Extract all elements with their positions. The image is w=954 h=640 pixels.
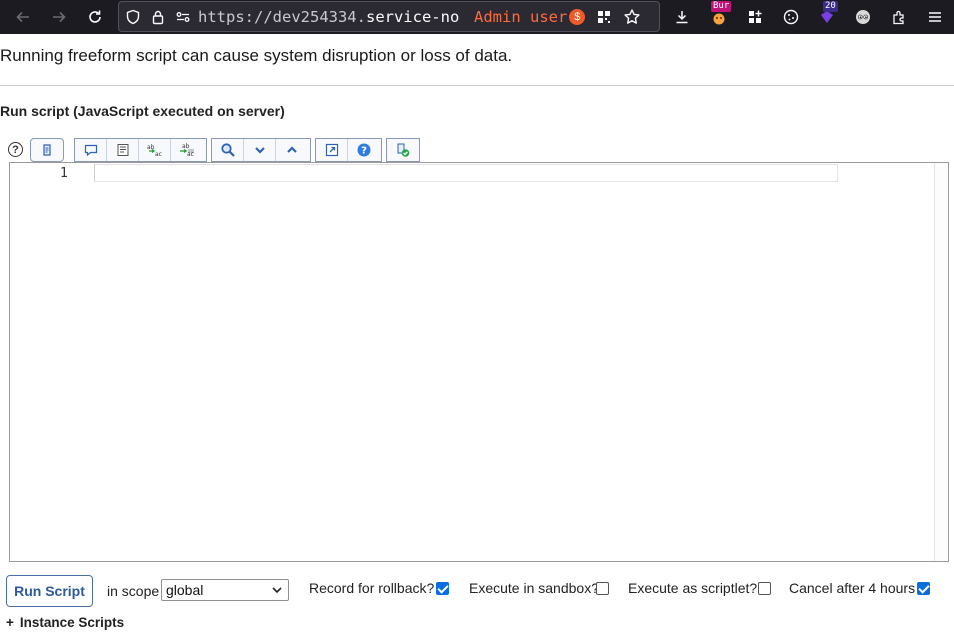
rollback-label: Record for rollback?	[309, 580, 435, 596]
qr-code-icon[interactable]	[591, 4, 617, 30]
run-script-button[interactable]: Run Script	[6, 575, 93, 607]
svg-text:ac: ac	[155, 151, 162, 158]
extension-badge-counter: 20	[823, 1, 838, 12]
download-icon[interactable]	[666, 0, 698, 34]
help-icon[interactable]: ?	[8, 142, 23, 157]
url-bar[interactable]: https://dev254334.service-no Admin user …	[118, 1, 660, 32]
warning-message: Running freeform script can cause system…	[0, 46, 513, 65]
cookie-icon[interactable]	[775, 0, 807, 34]
sandbox-checkbox[interactable]	[596, 582, 609, 595]
permissions-icon[interactable]	[172, 6, 194, 28]
section-title: Run script (JavaScript executed on serve…	[0, 103, 285, 119]
scope-value: global	[166, 582, 204, 598]
active-code-line[interactable]	[94, 164, 838, 182]
browser-toolbar: https://dev254334.service-no Admin user …	[0, 0, 954, 34]
admin-user-label[interactable]: Admin user	[474, 8, 567, 26]
search-icon[interactable]	[212, 139, 244, 161]
expand-plus-icon: +	[6, 615, 14, 630]
replace-icon[interactable]: ab ac	[139, 139, 171, 161]
chevron-down-icon	[271, 583, 283, 600]
toolbar-group-edit: ab ac ab ac	[74, 138, 207, 162]
syntax-check-icon[interactable]	[387, 139, 419, 161]
scope-select[interactable]: global	[161, 579, 289, 601]
extension-badge-burp: Bur	[711, 1, 732, 12]
scriptlet-checkbox[interactable]	[758, 582, 771, 595]
back-arrow-icon[interactable]	[5, 0, 41, 34]
forward-arrow-icon[interactable]	[41, 0, 77, 34]
instance-scripts-toggle[interactable]: + Instance Scripts	[6, 615, 124, 630]
divider	[0, 85, 954, 86]
toolbar-group-search	[211, 138, 311, 162]
lock-icon[interactable]	[147, 6, 169, 28]
shield-icon[interactable]	[122, 6, 144, 28]
svg-text:ab: ab	[182, 143, 190, 150]
editor-scrollbar[interactable]	[934, 163, 948, 561]
fullscreen-icon[interactable]	[316, 139, 348, 161]
replace-all-icon[interactable]: ab ac	[171, 139, 203, 161]
hamburger-menu-icon[interactable]	[919, 0, 951, 34]
script-editor[interactable]: 1	[9, 162, 949, 562]
puzzle-extensions-icon[interactable]	[883, 0, 915, 34]
bookmark-star-icon[interactable]	[619, 4, 645, 30]
toolbar-group-check	[386, 138, 420, 162]
sandbox-label: Execute in sandbox?	[469, 580, 599, 596]
cancel-checkbox[interactable]	[917, 582, 930, 595]
extension-eyes-icon[interactable]	[847, 0, 879, 34]
toolbar-group-misc: ?	[315, 138, 382, 162]
instance-scripts-label: Instance Scripts	[19, 615, 125, 630]
format-code-icon[interactable]	[31, 139, 63, 161]
find-previous-icon[interactable]	[276, 139, 308, 161]
scriptlet-label: Execute as scriptlet?	[628, 580, 758, 596]
toolbar-group-format	[30, 138, 64, 162]
find-next-icon[interactable]	[244, 139, 276, 161]
line-number: 1	[60, 166, 68, 181]
extension-burp-icon[interactable]: Bur	[703, 0, 735, 34]
admin-badge: $	[569, 8, 586, 25]
scope-label: in scope	[107, 583, 160, 599]
help-circle-icon[interactable]: ?	[348, 139, 380, 161]
cancel-label: Cancel after 4 hours	[789, 580, 916, 596]
svg-text:?: ?	[361, 146, 367, 157]
rollback-checkbox[interactable]	[436, 582, 449, 595]
extension-counter-icon[interactable]: 20	[811, 0, 843, 34]
comment-icon[interactable]	[75, 139, 107, 161]
run-options: Run Script in scope global Record for ro…	[0, 575, 954, 607]
url-text: https://dev254334.service-no	[198, 7, 460, 26]
reload-icon[interactable]	[77, 0, 113, 34]
extensions-grid-icon[interactable]	[739, 0, 771, 34]
align-text-icon[interactable]	[107, 139, 139, 161]
